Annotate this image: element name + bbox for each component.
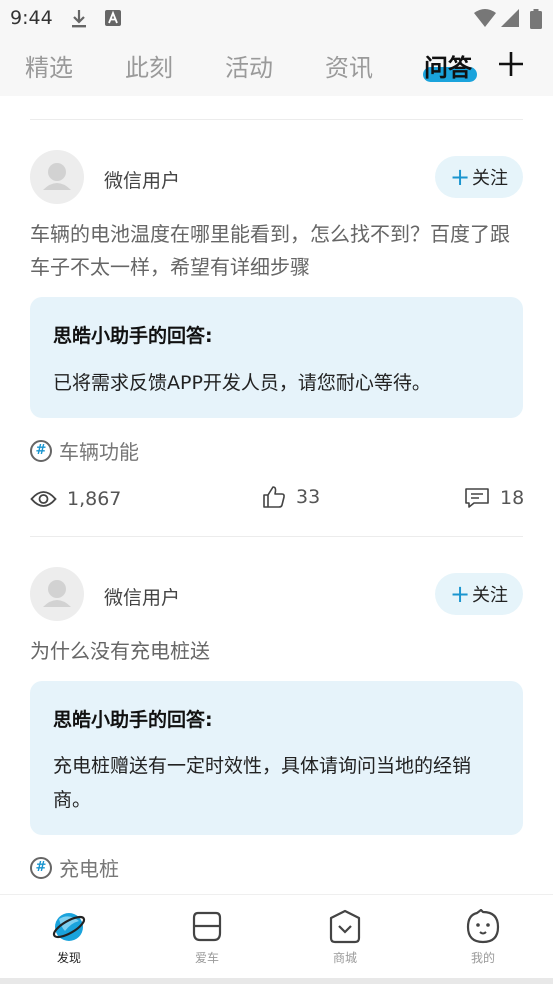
view-count-value: 1,867 bbox=[67, 488, 122, 510]
divider bbox=[30, 536, 523, 537]
bottom-nav: 发现 爱车 商城 我的 bbox=[0, 894, 553, 985]
nav-profile[interactable]: 我的 bbox=[414, 895, 552, 979]
tab-moments[interactable]: 此刻 bbox=[125, 48, 173, 83]
tab-events[interactable]: 活动 bbox=[225, 48, 273, 83]
battery-icon bbox=[530, 9, 542, 29]
avatar[interactable] bbox=[30, 150, 84, 204]
wifi-icon bbox=[474, 9, 496, 27]
topic-tag[interactable]: # 充电桩 bbox=[30, 853, 119, 882]
nav-label: 发现 bbox=[56, 951, 81, 965]
status-bar: 9:44 bbox=[0, 0, 553, 36]
planet-icon bbox=[52, 913, 86, 941]
answer-box[interactable]: 思皓小助手的回答: 充电桩赠送有一定时效性，具体请询问当地的经销商。 bbox=[30, 681, 523, 835]
nav-label: 商城 bbox=[332, 951, 357, 965]
hashtag-icon: # bbox=[30, 439, 52, 462]
plus-icon: + bbox=[449, 163, 471, 191]
tab-news[interactable]: 资讯 bbox=[325, 48, 373, 83]
answer-box[interactable]: 思皓小助手的回答: 已将需求反馈APP开发人员，请您耐心等待。 bbox=[30, 297, 523, 418]
answer-title: 思皓小助手的回答: bbox=[53, 709, 213, 731]
eye-icon bbox=[30, 491, 57, 507]
follow-button[interactable]: + 关注 bbox=[435, 573, 523, 615]
follow-label: 关注 bbox=[472, 585, 509, 606]
topic-label: 充电桩 bbox=[59, 857, 119, 881]
plus-icon: + bbox=[449, 580, 471, 608]
follow-label: 关注 bbox=[472, 168, 509, 189]
answer-text: 已将需求反馈APP开发人员，请您耐心等待。 bbox=[53, 372, 431, 394]
tab-bar: 精选 此刻 活动 资讯 问答 bbox=[0, 36, 553, 96]
question-text[interactable]: 为什么没有充电桩送 bbox=[30, 635, 523, 668]
nav-label: 爱车 bbox=[194, 951, 219, 965]
follow-button[interactable]: + 关注 bbox=[435, 156, 523, 198]
divider bbox=[30, 119, 523, 120]
question-text[interactable]: 车辆的电池温度在哪里能看到，怎么找不到？百度了跟车子不太一样，希望有详细步骤 bbox=[30, 218, 523, 284]
comment-icon bbox=[465, 488, 489, 508]
hashtag-icon: # bbox=[30, 856, 52, 879]
view-count: 1,867 bbox=[30, 488, 121, 510]
system-gesture-bar bbox=[0, 978, 553, 984]
topic-label: 车辆功能 bbox=[59, 440, 139, 464]
comment-count: 18 bbox=[500, 487, 525, 509]
avatar[interactable] bbox=[30, 567, 84, 621]
status-time: 9:44 bbox=[10, 7, 53, 29]
username[interactable]: 微信用户 bbox=[104, 583, 180, 610]
car-icon bbox=[192, 911, 222, 942]
nav-discover[interactable]: 发现 bbox=[0, 895, 138, 979]
download-icon bbox=[72, 10, 86, 28]
qa-feed: 微信用户 + 关注 车辆的电池温度在哪里能看到，怎么找不到？百度了跟车子不太一样… bbox=[0, 96, 553, 894]
like-button[interactable]: 33 bbox=[262, 485, 320, 509]
default-avatar-icon bbox=[43, 580, 71, 607]
shop-icon bbox=[329, 909, 361, 944]
smiley-icon bbox=[466, 909, 500, 944]
answer-title: 思皓小助手的回答: bbox=[53, 325, 213, 347]
tab-qa[interactable]: 问答 bbox=[424, 48, 472, 83]
tab-featured[interactable]: 精选 bbox=[25, 48, 73, 83]
topic-tag[interactable]: # 车辆功能 bbox=[30, 436, 139, 465]
nav-label: 我的 bbox=[470, 951, 495, 965]
comment-button[interactable]: 18 bbox=[464, 487, 524, 509]
add-tab-icon[interactable] bbox=[497, 50, 525, 78]
signal-icon bbox=[501, 9, 519, 27]
nav-car[interactable]: 爱车 bbox=[138, 895, 276, 979]
app-notification-icon bbox=[105, 10, 121, 26]
answer-text: 充电桩赠送有一定时效性，具体请询问当地的经销商。 bbox=[53, 755, 472, 811]
nav-shop[interactable]: 商城 bbox=[276, 895, 414, 979]
username[interactable]: 微信用户 bbox=[104, 166, 180, 193]
default-avatar-icon bbox=[43, 163, 71, 190]
thumbs-up-icon bbox=[263, 486, 285, 508]
like-count: 33 bbox=[296, 486, 321, 508]
